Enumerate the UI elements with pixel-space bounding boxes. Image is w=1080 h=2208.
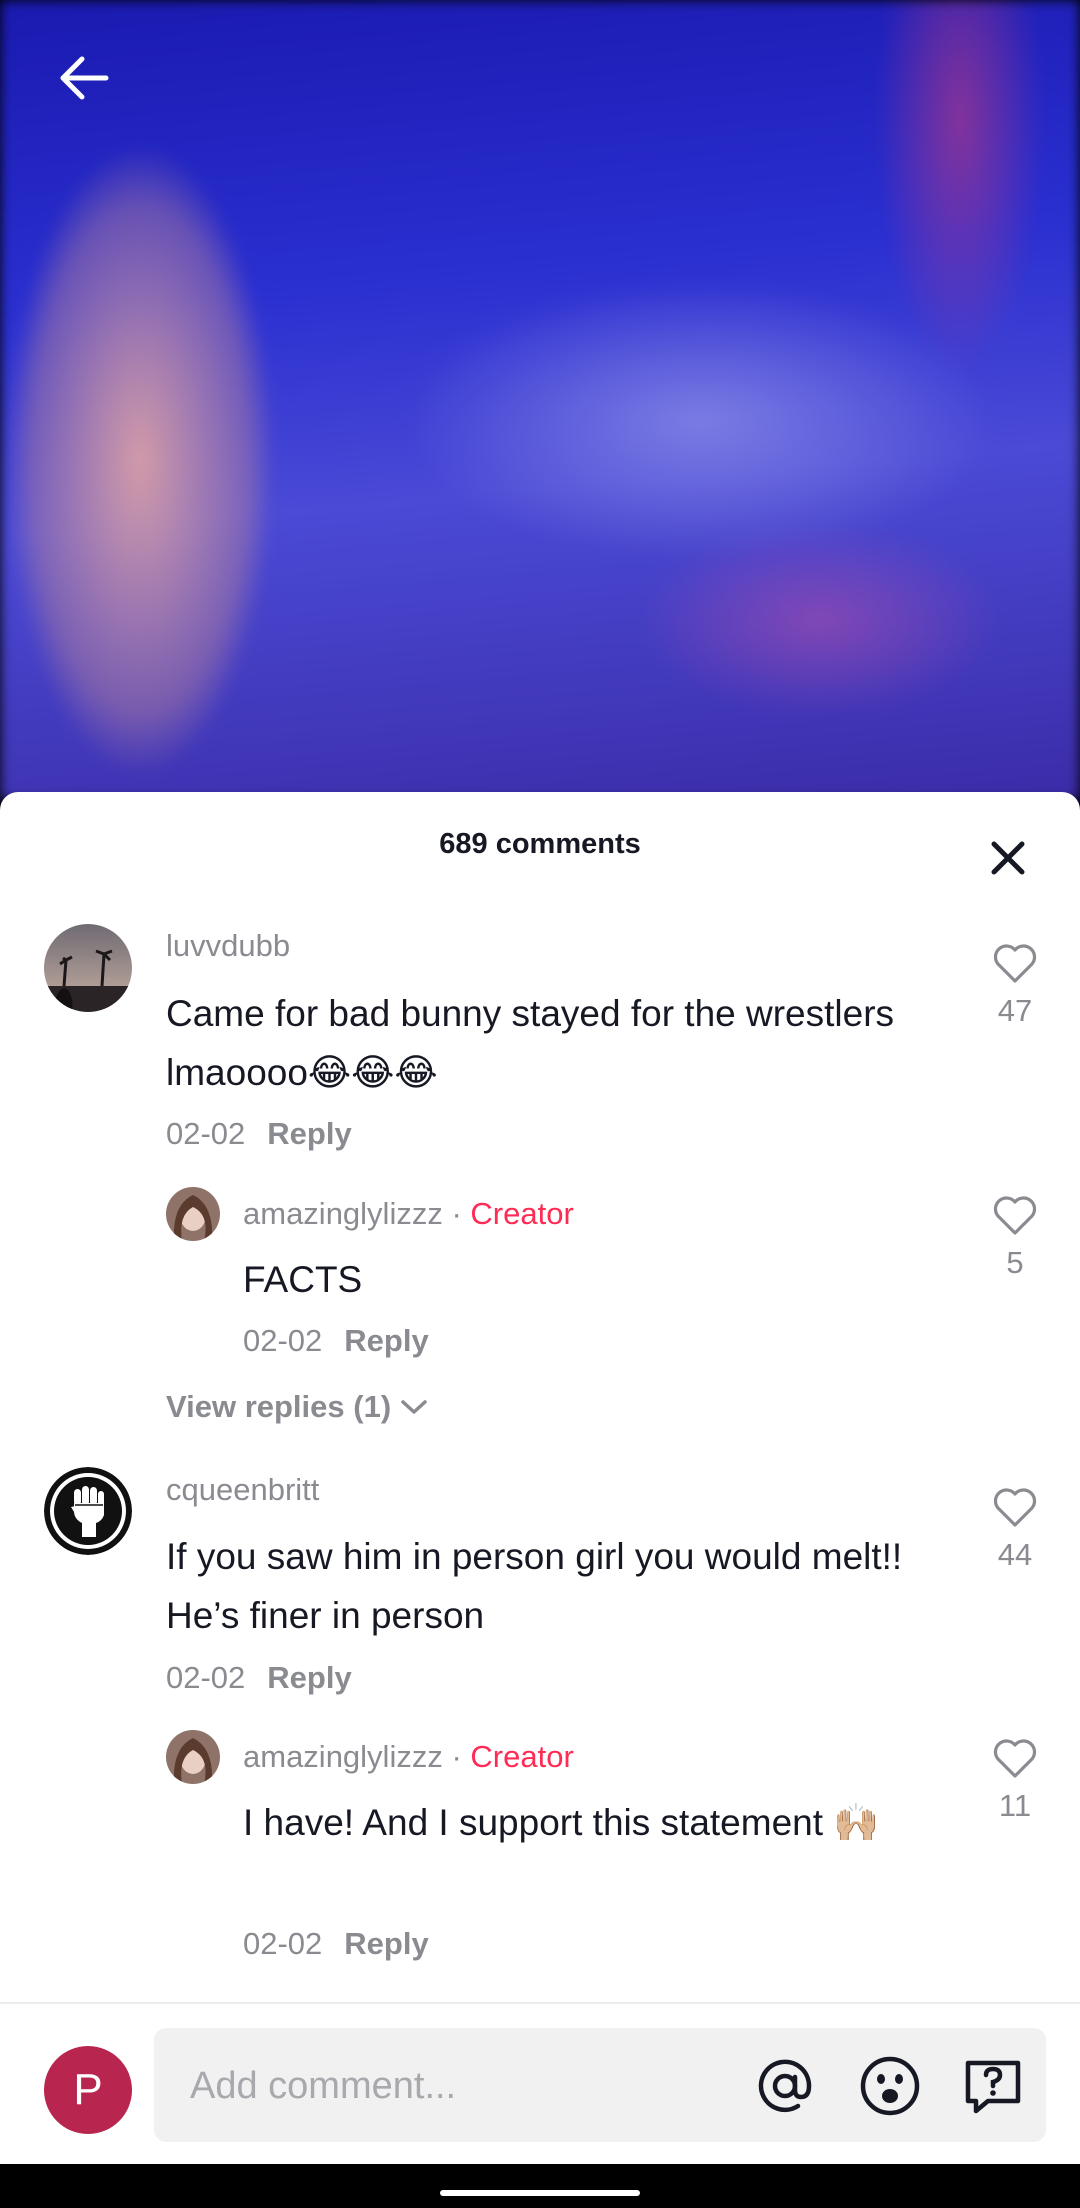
like-button[interactable]: 44	[980, 1488, 1050, 1573]
avatar[interactable]	[44, 924, 132, 1012]
reply-text: I have! And I support this statement 🙌🏼	[243, 1802, 880, 1843]
video-background[interactable]	[0, 0, 1080, 800]
emoji-button[interactable]	[859, 2055, 921, 2117]
reply-username[interactable]: amazinglylizzz	[243, 1739, 443, 1774]
avatar-image	[44, 924, 132, 1012]
comment-username[interactable]: cqueenbritt	[166, 1472, 319, 1508]
reply-button[interactable]: Reply	[344, 1323, 428, 1358]
arrow-left-icon	[60, 56, 109, 100]
like-button[interactable]: 11	[980, 1739, 1050, 1824]
reply-button[interactable]: Reply	[344, 1926, 428, 1961]
reply-username[interactable]: amazinglylizzz	[243, 1196, 443, 1231]
creator-badge: Creator	[470, 1739, 574, 1774]
emoji-face-icon	[860, 2056, 920, 2116]
comment-meta: 02-02 Reply	[166, 1660, 352, 1696]
avatar-image	[166, 1730, 220, 1784]
reply-date: 02-02	[243, 1926, 323, 1961]
comments-count-title: 689 comments	[439, 828, 641, 860]
comment-date: 02-02	[166, 1116, 246, 1151]
creator-badge: Creator	[470, 1196, 574, 1231]
divider	[0, 2002, 1080, 2004]
reply-button[interactable]: Reply	[267, 1660, 351, 1695]
reply-text: FACTS	[243, 1259, 363, 1300]
chevron-down-icon	[401, 1400, 427, 1414]
close-icon	[991, 841, 1025, 875]
user-avatar[interactable]: P	[44, 2046, 132, 2134]
comment-username[interactable]: luvvdubb	[166, 928, 290, 964]
heart-icon	[993, 1739, 1037, 1778]
close-button[interactable]	[988, 838, 1028, 878]
avatar[interactable]	[44, 1467, 132, 1555]
view-replies-label: View replies (1)	[166, 1389, 392, 1424]
heart-icon	[993, 1196, 1037, 1235]
question-button[interactable]	[962, 2055, 1024, 2117]
heart-icon	[993, 944, 1037, 983]
reply-username-row: amazinglylizzz · Creator	[243, 1739, 574, 1775]
avatar-image	[166, 1187, 220, 1241]
raised-fist-avatar-icon	[44, 1467, 132, 1555]
like-count: 11	[998, 1788, 1032, 1823]
separator: ·	[451, 1196, 462, 1231]
separator: ·	[451, 1739, 462, 1774]
comment-meta: 02-02 Reply	[166, 1116, 352, 1152]
home-indicator[interactable]	[440, 2190, 640, 2196]
question-bubble-icon	[965, 2060, 1021, 2114]
back-button[interactable]	[52, 46, 116, 110]
system-navigation-bar	[0, 2164, 1080, 2208]
comment-date: 02-02	[166, 1660, 246, 1695]
reply-button[interactable]: Reply	[267, 1116, 351, 1151]
heart-icon	[993, 1488, 1037, 1527]
comment-text: If you saw him in person girl you would …	[166, 1536, 903, 1636]
avatar[interactable]	[166, 1187, 220, 1241]
view-replies-button[interactable]: View replies (1)	[166, 1389, 429, 1425]
like-count: 47	[997, 993, 1033, 1028]
at-sign-icon	[758, 2059, 812, 2113]
comment-text: Came for bad bunny stayed for the wrestl…	[166, 993, 895, 1093]
like-button[interactable]: 5	[980, 1196, 1050, 1281]
reply-username-row: amazinglylizzz · Creator	[243, 1196, 574, 1232]
like-button[interactable]: 47	[980, 944, 1050, 1029]
reply-date: 02-02	[243, 1323, 323, 1358]
reply-meta: 02-02 Reply	[243, 1323, 429, 1359]
add-comment-input[interactable]	[188, 2028, 752, 2144]
like-count: 5	[1006, 1245, 1024, 1280]
avatar[interactable]	[166, 1730, 220, 1784]
reply-meta: 02-02 Reply	[243, 1926, 429, 1962]
comment-composer	[154, 2028, 1046, 2144]
mention-button[interactable]	[754, 2055, 816, 2117]
like-count: 44	[997, 1537, 1033, 1572]
